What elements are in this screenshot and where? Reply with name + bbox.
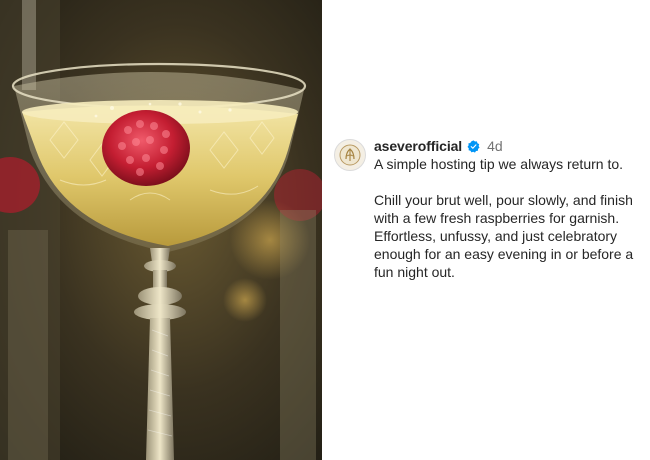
- username-link[interactable]: aseverofficial: [374, 138, 462, 154]
- caption-paragraph-2: Chill your brut well, pour slowly, and f…: [374, 192, 634, 280]
- caption-header: aseverofficial 4d: [374, 137, 636, 155]
- caption-panel: aseverofficial 4d A simple hosting tip w…: [322, 0, 650, 460]
- verified-badge-icon: [467, 139, 480, 153]
- caption-line-1: A simple hosting tip we always return to…: [374, 156, 624, 172]
- brand-logo-icon: [339, 144, 361, 166]
- post-timestamp[interactable]: 4d: [487, 138, 503, 154]
- caption-row: aseverofficial 4d A simple hosting tip w…: [334, 137, 644, 281]
- champagne-coupe-image: [0, 0, 322, 460]
- caption-body: aseverofficial 4d A simple hosting tip w…: [374, 137, 636, 281]
- avatar[interactable]: [334, 139, 366, 171]
- post-container: aseverofficial 4d A simple hosting tip w…: [0, 0, 650, 460]
- post-image[interactable]: [0, 0, 322, 460]
